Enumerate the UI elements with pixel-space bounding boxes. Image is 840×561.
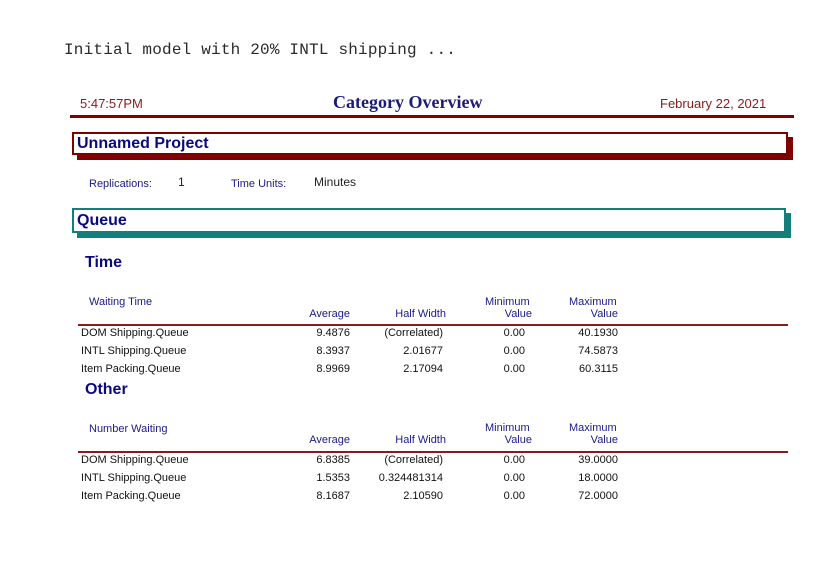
col-minimum: Minimum Value <box>470 296 532 320</box>
header-divider <box>70 115 794 118</box>
row-name: DOM Shipping.Queue <box>81 327 189 339</box>
row-half-width: 2.17094 <box>403 363 443 375</box>
replications-label: Replications: <box>89 178 152 190</box>
col-average: Average <box>309 308 350 320</box>
col-min-line2: Value <box>504 434 532 446</box>
group-heading: Other <box>85 381 128 398</box>
row-minimum: 0.00 <box>503 363 525 375</box>
row-half-width: (Correlated) <box>384 327 443 339</box>
row-average: 1.5353 <box>316 472 350 484</box>
caption-text: Initial model with 20% INTL shipping ... <box>64 41 457 59</box>
section-title: Queue <box>77 212 127 229</box>
col-min-line1: Minimum <box>485 296 530 308</box>
table-row: DOM Shipping.Queue 9.4876 (Correlated) 0… <box>0 327 840 344</box>
row-minimum: 0.00 <box>503 327 525 339</box>
row-name: Item Packing.Queue <box>81 363 181 375</box>
project-name: Unnamed Project <box>77 135 209 152</box>
stat-label: Number Waiting <box>89 423 168 435</box>
row-average: 8.1687 <box>316 490 350 502</box>
col-average: Average <box>309 434 350 446</box>
col-max-line1: Maximum <box>569 422 617 434</box>
col-minimum: Minimum Value <box>470 422 532 446</box>
row-half-width: (Correlated) <box>384 454 443 466</box>
table-divider <box>78 324 788 326</box>
row-maximum: 74.5873 <box>578 345 618 357</box>
row-maximum: 18.0000 <box>578 472 618 484</box>
col-max-line2: Value <box>590 308 618 320</box>
row-name: INTL Shipping.Queue <box>81 472 187 484</box>
row-name: DOM Shipping.Queue <box>81 454 189 466</box>
col-half-width: Half Width <box>395 434 446 446</box>
row-minimum: 0.00 <box>503 345 525 357</box>
table-row: INTL Shipping.Queue 1.5353 0.324481314 0… <box>0 472 840 489</box>
col-maximum: Maximum Value <box>560 422 618 446</box>
col-max-line2: Value <box>590 434 618 446</box>
row-half-width: 0.324481314 <box>378 472 443 484</box>
queue-section-box: Queue <box>72 208 786 233</box>
table-row: Item Packing.Queue 8.9969 2.17094 0.00 6… <box>0 363 840 380</box>
row-maximum: 39.0000 <box>578 454 618 466</box>
col-min-line2: Value <box>504 308 532 320</box>
report-date: February 22, 2021 <box>660 96 767 111</box>
row-average: 6.8385 <box>316 454 350 466</box>
row-name: INTL Shipping.Queue <box>81 345 187 357</box>
table-row: DOM Shipping.Queue 6.8385 (Correlated) 0… <box>0 454 840 471</box>
row-half-width: 2.10590 <box>403 490 443 502</box>
row-average: 8.3937 <box>316 345 350 357</box>
row-half-width: 2.01677 <box>403 345 443 357</box>
row-maximum: 40.1930 <box>578 327 618 339</box>
replications-value: 1 <box>178 175 185 189</box>
col-half-width: Half Width <box>395 308 446 320</box>
row-maximum: 72.0000 <box>578 490 618 502</box>
row-maximum: 60.3115 <box>579 363 618 375</box>
time-units-value: Minutes <box>314 175 357 189</box>
group-heading: Time <box>85 254 123 271</box>
row-minimum: 0.00 <box>503 472 525 484</box>
report-title: Category Overview <box>333 92 483 112</box>
time-units-label: Time Units: <box>231 178 287 190</box>
table-row: INTL Shipping.Queue 8.3937 2.01677 0.00 … <box>0 345 840 362</box>
row-minimum: 0.00 <box>503 454 525 466</box>
col-max-line1: Maximum <box>569 296 617 308</box>
row-minimum: 0.00 <box>503 490 525 502</box>
row-average: 9.4876 <box>316 327 350 339</box>
table-divider <box>78 451 788 453</box>
project-box: Unnamed Project <box>72 132 788 155</box>
row-average: 8.9969 <box>316 363 350 375</box>
col-min-line1: Minimum <box>485 422 530 434</box>
col-maximum: Maximum Value <box>560 296 618 320</box>
table-row: Item Packing.Queue 8.1687 2.10590 0.00 7… <box>0 490 840 507</box>
report-time: 5:47:57PM <box>80 96 143 111</box>
stat-label: Waiting Time <box>89 296 153 308</box>
row-name: Item Packing.Queue <box>81 490 181 502</box>
